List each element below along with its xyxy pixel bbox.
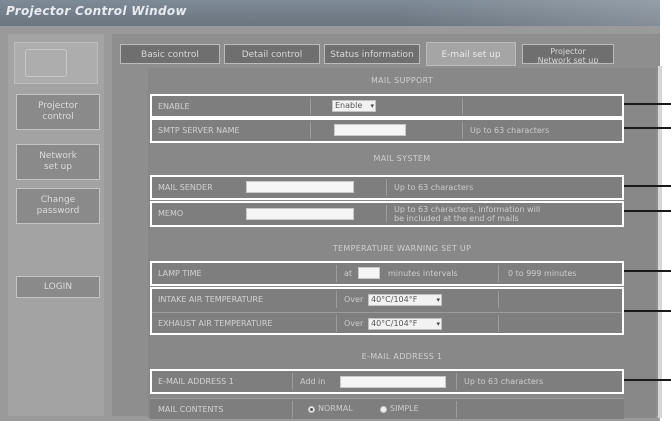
sidebar-item-change-password[interactable]: Change password — [16, 188, 100, 224]
leader-line-temperature — [624, 310, 671, 312]
projector-logo-icon — [14, 42, 98, 84]
callout-box-sender-name — [150, 118, 624, 143]
leader-line-enable — [624, 103, 671, 105]
radio-normal-label: NORMAL — [318, 404, 353, 413]
tab-projector-network-set-up[interactable]: Projector Network set up — [522, 44, 614, 64]
tab-strip: Basic control Detail control Status info… — [112, 40, 660, 66]
section-mail-system: MAIL SYSTEM — [373, 154, 431, 163]
mail-contents-label: MAIL CONTENTS — [158, 405, 224, 414]
leader-line-sender-name — [624, 127, 671, 129]
leader-line-lamp-time — [624, 270, 671, 272]
section-temperature-warning: TEMPERATURE WARNING SET UP — [332, 244, 472, 253]
callout-box-enable — [150, 94, 624, 118]
callout-box-lamp-time — [150, 261, 624, 286]
scrollbar[interactable] — [658, 66, 662, 418]
title-bar: Projector Control Window — [0, 0, 660, 26]
section-email-address: E-MAIL ADDRESS 1 — [361, 352, 443, 361]
sidebar-item-network-set-up[interactable]: Network set up — [16, 144, 100, 180]
radio-simple-label: SIMPLE — [390, 404, 419, 413]
logo-graphic — [25, 49, 67, 77]
section-mail-support: MAIL SUPPORT — [370, 76, 434, 85]
sidebar-item-projector-control[interactable]: Projector control — [16, 94, 100, 130]
leader-line-memo — [624, 210, 671, 212]
divider — [292, 401, 293, 418]
tab-detail-control[interactable]: Detail control — [224, 44, 320, 64]
leader-line-email-address — [624, 379, 671, 381]
sidebar-item-login[interactable]: LOGIN — [16, 276, 100, 298]
callout-box-mail-sender — [150, 175, 624, 200]
callout-box-email-address — [150, 369, 624, 394]
tab-basic-control[interactable]: Basic control — [120, 44, 220, 64]
callout-box-memo — [150, 201, 624, 227]
sidebar — [8, 34, 104, 416]
divider — [456, 401, 457, 418]
row-mail-contents: MAIL CONTENTS NORMAL SIMPLE — [150, 398, 624, 419]
leader-line-mail-sender — [624, 185, 671, 187]
radio-simple[interactable] — [380, 406, 387, 413]
radio-normal[interactable] — [308, 406, 315, 413]
window-title: Projector Control Window — [6, 4, 187, 18]
callout-box-temperature — [150, 287, 624, 335]
tab-email-set-up[interactable]: E-mail set up — [426, 42, 516, 66]
title-bar-decoration — [400, 0, 660, 26]
tab-status-information[interactable]: Status information — [324, 44, 420, 64]
